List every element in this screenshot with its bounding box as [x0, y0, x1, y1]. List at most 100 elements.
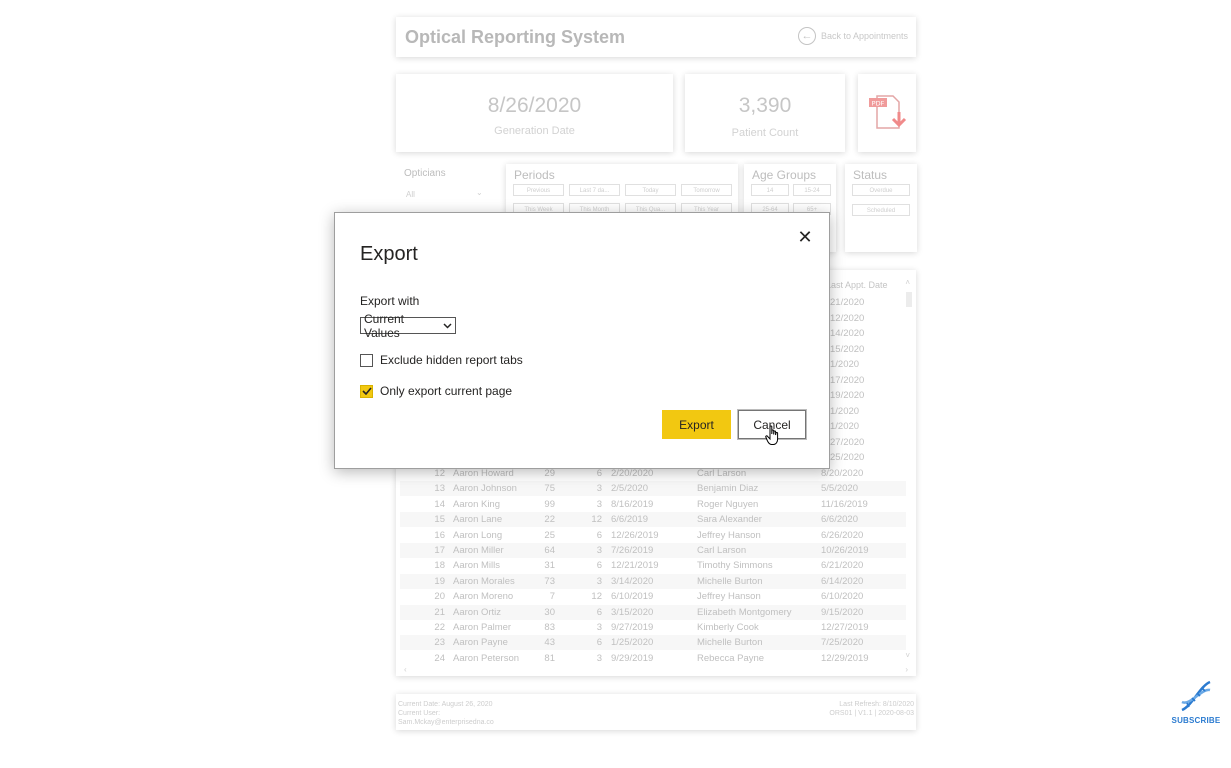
period-option[interactable]: Previous — [513, 184, 564, 196]
cell-id: 19 — [434, 575, 445, 587]
cell-optician: Timothy Simmons — [697, 560, 773, 572]
cell-optician: Jeffrey Hanson — [697, 529, 761, 541]
cell-period: 6 — [596, 606, 602, 618]
cell-optician: Jeffrey Hanson — [697, 591, 761, 603]
table-row[interactable]: 16 Aaron Long 25 6 12/26/2019 Jeffrey Hanson 6… — [400, 528, 906, 543]
export-with-select[interactable]: Current Values — [360, 312, 456, 340]
pdf-export-button[interactable]: PDF — [858, 74, 916, 152]
only-current-page-option[interactable]: Only export current page — [360, 384, 512, 398]
cell-period: 3 — [596, 498, 602, 510]
cell-age: 31 — [544, 560, 555, 572]
scroll-down-arrow-icon[interactable]: ˅ — [905, 651, 910, 660]
subscribe-badge[interactable]: SUBSCRIBE — [1168, 676, 1224, 725]
cell-date: 12/21/2019 — [611, 560, 659, 572]
arrow-left-icon: ← — [797, 27, 816, 45]
cell-date: 6/10/2019 — [611, 591, 654, 603]
slicer-status[interactable]: Status Overdue Scheduled — [845, 164, 917, 252]
period-option[interactable]: Tomorrow — [681, 184, 732, 196]
cell-optician: Rebecca Payne — [697, 652, 765, 664]
cell-date: 12/26/2019 — [611, 529, 659, 541]
exclude-hidden-tabs-option[interactable]: Exclude hidden report tabs — [360, 353, 523, 367]
cell-id: 14 — [434, 498, 445, 510]
cell-name: Aaron Mills — [453, 560, 500, 572]
cell-age: 43 — [544, 637, 555, 649]
scroll-thumb[interactable] — [906, 292, 912, 307]
cell-name: Aaron Ortiz — [453, 606, 502, 618]
chevron-down-icon — [443, 321, 452, 331]
scroll-left-arrow-icon[interactable]: ‹ — [404, 665, 407, 674]
export-with-value: Current Values — [364, 311, 405, 340]
cell-id: 18 — [434, 560, 445, 572]
cell-optician: Carl Larson — [697, 545, 747, 556]
export-button[interactable]: Export — [662, 410, 731, 439]
cell-last: 12/29/2019 — [821, 652, 869, 664]
scroll-right-arrow-icon[interactable]: › — [905, 665, 908, 674]
slicer-opticians[interactable]: Opticians All ⌄ — [396, 164, 496, 216]
cell-name: Aaron Palmer — [453, 622, 512, 633]
table-vertical-scrollbar[interactable] — [906, 284, 912, 664]
cell-name: Aaron Miller — [453, 545, 504, 556]
table-row[interactable]: 13 Aaron Johnson 75 3 2/5/2020 Benjamin Diaz 5… — [400, 481, 906, 497]
status-option[interactable]: Scheduled — [852, 204, 910, 216]
cell-last: 7/25/2020 — [821, 637, 864, 649]
only-current-page-checkbox[interactable] — [360, 384, 373, 398]
table-row[interactable]: 22 Aaron Palmer 83 3 9/27/2019 Kimberly Cook 1… — [400, 620, 906, 635]
table-row[interactable]: 21 Aaron Ortiz 30 6 3/15/2020 Elizabeth Montg… — [400, 604, 906, 620]
cell-id: 22 — [434, 622, 445, 633]
table-row[interactable]: 14 Aaron King 99 3 8/16/2019 Roger Nguyen 11/1… — [400, 497, 906, 512]
cell-name: Aaron Morales — [453, 575, 515, 587]
cell-age: 64 — [544, 545, 555, 556]
table-row[interactable]: 18 Aaron Mills 31 6 12/21/2019 Timothy Simmon… — [400, 558, 906, 573]
cell-period: 12 — [591, 514, 602, 526]
cell-date: 7/26/2019 — [611, 545, 654, 556]
exclude-hidden-tabs-label: Exclude hidden report tabs — [380, 353, 523, 367]
age-option[interactable]: 15-24 — [793, 184, 831, 196]
age-option[interactable]: 14 — [751, 184, 789, 196]
period-option[interactable]: Today — [625, 184, 676, 196]
table-row[interactable]: 20 Aaron Moreno 7 12 6/10/2019 Jeffrey Hanson… — [400, 589, 906, 604]
cell-age: 99 — [544, 498, 555, 510]
table-row[interactable]: 19 Aaron Morales 73 3 3/14/2020 Michelle Burt… — [400, 573, 906, 589]
hand-pointer-icon — [765, 425, 779, 445]
cell-age: 75 — [544, 483, 555, 495]
cell-last-partial: 19/2020 — [830, 390, 865, 401]
exclude-hidden-tabs-checkbox[interactable] — [360, 353, 373, 367]
cell-date: 9/29/2019 — [611, 652, 654, 664]
back-to-appointments-link[interactable]: ← Back to Appointments — [797, 27, 908, 45]
slicer-periods[interactable]: Periods Previous Last 7 da... Today Tomo… — [506, 164, 738, 216]
chevron-down-icon: ⌄ — [476, 188, 483, 197]
user-email: Sam.Mckay@enterprisedna.co — [398, 719, 494, 726]
slicer-title: Opticians — [404, 168, 446, 179]
current-date: Current Date: August 26, 2020 — [398, 701, 493, 708]
cell-last-partial: 25/2020 — [830, 452, 865, 463]
cell-date: 1/25/2020 — [611, 637, 654, 649]
cell-last: 9/15/2020 — [821, 606, 864, 618]
cell-last-partial: 12/2020 — [830, 312, 865, 324]
cell-period: 6 — [596, 468, 602, 479]
footer-right: Last Refresh: 8/10/2020 ORS01 | V1.1 | 2… — [829, 700, 914, 718]
table-row[interactable]: 23 Aaron Payne 43 6 1/25/2020 Michelle Burton… — [400, 635, 906, 651]
cell-date: 6/6/2019 — [611, 514, 648, 526]
status-option[interactable]: Overdue — [852, 184, 910, 196]
scroll-up-arrow-icon[interactable]: ˄ — [905, 278, 910, 287]
export-with-label: Export with — [360, 294, 420, 308]
slicer-title: Status — [853, 168, 888, 182]
period-option[interactable]: Last 7 da... — [569, 184, 620, 196]
close-icon[interactable]: ✕ — [795, 227, 815, 247]
cell-age: 25 — [544, 529, 555, 541]
cell-period: 3 — [596, 575, 602, 587]
kpi-generation-date: 8/26/2020 Generation Date — [396, 74, 673, 152]
cell-period: 6 — [596, 637, 602, 649]
cell-period: 3 — [596, 652, 602, 664]
cell-age: 73 — [544, 575, 555, 587]
cell-last: 6/14/2020 — [821, 575, 864, 587]
cell-age: 7 — [549, 591, 555, 603]
table-row[interactable]: 17 Aaron Miller 64 3 7/26/2019 Carl Larson 10/… — [400, 543, 906, 558]
cell-last: 6/10/2020 — [821, 591, 864, 603]
table-row[interactable]: 15 Aaron Lane 22 12 6/6/2019 Sara Alexander 6/… — [400, 512, 906, 528]
table-row[interactable]: 24 Aaron Peterson 81 3 9/29/2019 Rebecca Payn… — [400, 651, 906, 666]
cell-name: Aaron Howard — [453, 468, 514, 479]
cell-last: 5/5/2020 — [821, 483, 858, 495]
dialog-title: Export — [360, 243, 418, 265]
kpi-label: Generation Date — [494, 125, 575, 137]
